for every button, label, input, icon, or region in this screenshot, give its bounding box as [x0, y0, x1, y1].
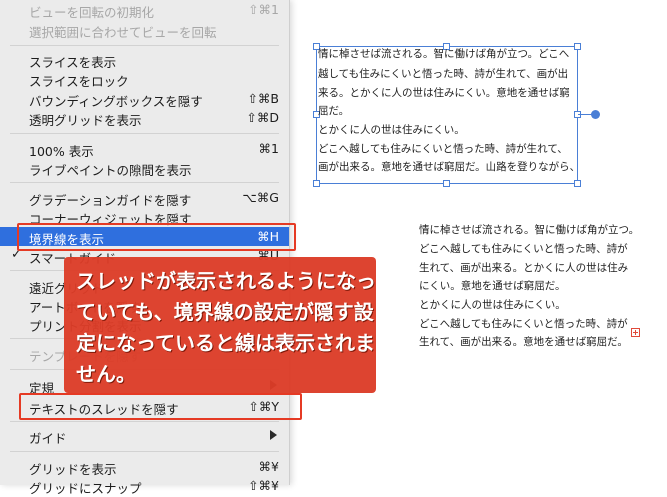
- frame2-text-line: 生れて、画が出来る。とかくに人の世は住み: [419, 262, 629, 274]
- menu-separator: [10, 182, 279, 183]
- frame1-text-line: どこへ越しても住みにくいと悟った時、詩が生れて、: [318, 143, 568, 155]
- menu-item-shortcut: ⇧⌘1: [248, 2, 279, 17]
- menu-item-show-slices[interactable]: スライスを表示: [0, 50, 289, 70]
- frame2-text-line: にくい。意地を通せば窮屈だ。: [419, 280, 566, 292]
- menu-item-shortcut: ⇧⌘¥: [248, 478, 279, 493]
- annotation-box-hide-text-threads: [19, 393, 302, 420]
- resize-handle[interactable]: [574, 43, 581, 50]
- frame2-text-line: 生れて、画が出来る。意地を通せば窮屈だ。: [419, 336, 628, 348]
- callout-line: ていても、境界線の設定が隠す設: [76, 300, 374, 324]
- out-port-icon[interactable]: [591, 110, 600, 119]
- menu-item-shortcut: ⌥⌘G: [242, 190, 279, 205]
- annotation-callout: スレッドが表示されるようになっ ていても、境界線の設定が隠す設 定になっていると…: [64, 257, 376, 393]
- menu-item-actual-size[interactable]: 100% 表示 ⌘1: [0, 139, 289, 159]
- callout-line: スレッドが表示されるようになっ: [76, 269, 376, 293]
- resize-handle[interactable]: [313, 180, 320, 187]
- menu-item-rotate-view-to-selection: 選択範囲に合わせてビューを回転: [0, 20, 289, 40]
- frame2-text-line: とかくに人の世は住みにくい。: [419, 299, 566, 311]
- menu-separator: [10, 451, 279, 452]
- menu-item-hide-gradient-annotator[interactable]: グラデーションガイドを隠す ⌥⌘G: [0, 188, 289, 208]
- frame1-text-line: 画が出来る。意地を通せば窮屈だ。山路を登りながら、: [318, 161, 581, 173]
- menu-separator: [10, 421, 279, 422]
- menu-item-label: 透明グリッドを表示: [29, 113, 142, 128]
- thread-port-line: [578, 114, 592, 115]
- menu-item-show-live-paint-gaps[interactable]: ライブペイントの隙間を表示: [0, 158, 289, 178]
- menu-item-label: ライブペイントの隙間を表示: [29, 163, 192, 178]
- menu-item-reset-rotate-view: ビューを回転の初期化 ⇧⌘1: [0, 0, 289, 20]
- menu-item-lock-slices[interactable]: スライスをロック: [0, 69, 289, 89]
- menu-item-shortcut: ⇧⌘D: [246, 110, 279, 125]
- menu-separator: [10, 133, 279, 134]
- menu-item-label: グリッドにスナップ: [29, 481, 142, 496]
- frame1-text-line: とかくに人の世は住みにくい。: [318, 124, 465, 136]
- menu-item-snap-to-grid[interactable]: グリッドにスナップ ⇧⌘¥: [0, 476, 289, 496]
- menu-item-guides[interactable]: ガイド: [0, 426, 289, 446]
- frame1-text-line: 情に棹させば流される。智に働けば角が立つ。どこへ: [318, 48, 570, 60]
- menu-item-shortcut: ⌘1: [258, 141, 279, 156]
- callout-line: せん。: [76, 362, 136, 386]
- menu-item-shortcut: ⌘¥: [258, 459, 279, 474]
- annotation-box-show-edges: [17, 223, 296, 251]
- overset-text-icon[interactable]: [631, 328, 640, 337]
- menu-item-label: スライスをロック: [29, 74, 129, 89]
- frame2-text-line: 情に棹させば流される。智に働けば角が立つ。: [419, 224, 640, 236]
- resize-handle[interactable]: [574, 180, 581, 187]
- menu-item-shortcut: ⇧⌘B: [247, 91, 279, 106]
- frame1-text-line: 越しても住みにくいと悟った時、詩が生れて、画が出: [318, 68, 569, 80]
- callout-line: 定になっていると線は表示されま: [76, 331, 375, 355]
- frame1-text-line: 来る。とかくに人の世は住みにくい。意地を通せば窮: [318, 87, 570, 99]
- menu-item-hide-bounding-box[interactable]: バウンディングボックスを隠す ⇧⌘B: [0, 89, 289, 109]
- menu-item-label: ビューを回転の初期化: [29, 5, 155, 20]
- menu-item-show-transparency-grid[interactable]: 透明グリッドを表示 ⇧⌘D: [0, 108, 289, 128]
- menu-item-label: ガイド: [29, 431, 67, 446]
- menu-item-show-grid[interactable]: グリッドを表示 ⌘¥: [0, 457, 289, 477]
- menu-item-label: 選択範囲に合わせてビューを回転: [29, 25, 217, 40]
- frame1-text-line: 屈だ。: [318, 105, 350, 117]
- menu-separator: [10, 45, 279, 46]
- frame2-text-line: どこへ越しても住みにくいと悟った時、詩が: [419, 243, 628, 255]
- frame2-text-line: どこへ越しても住みにくいと悟った時、詩が: [419, 318, 628, 330]
- resize-handle[interactable]: [443, 180, 450, 187]
- submenu-arrow-icon: [270, 430, 277, 440]
